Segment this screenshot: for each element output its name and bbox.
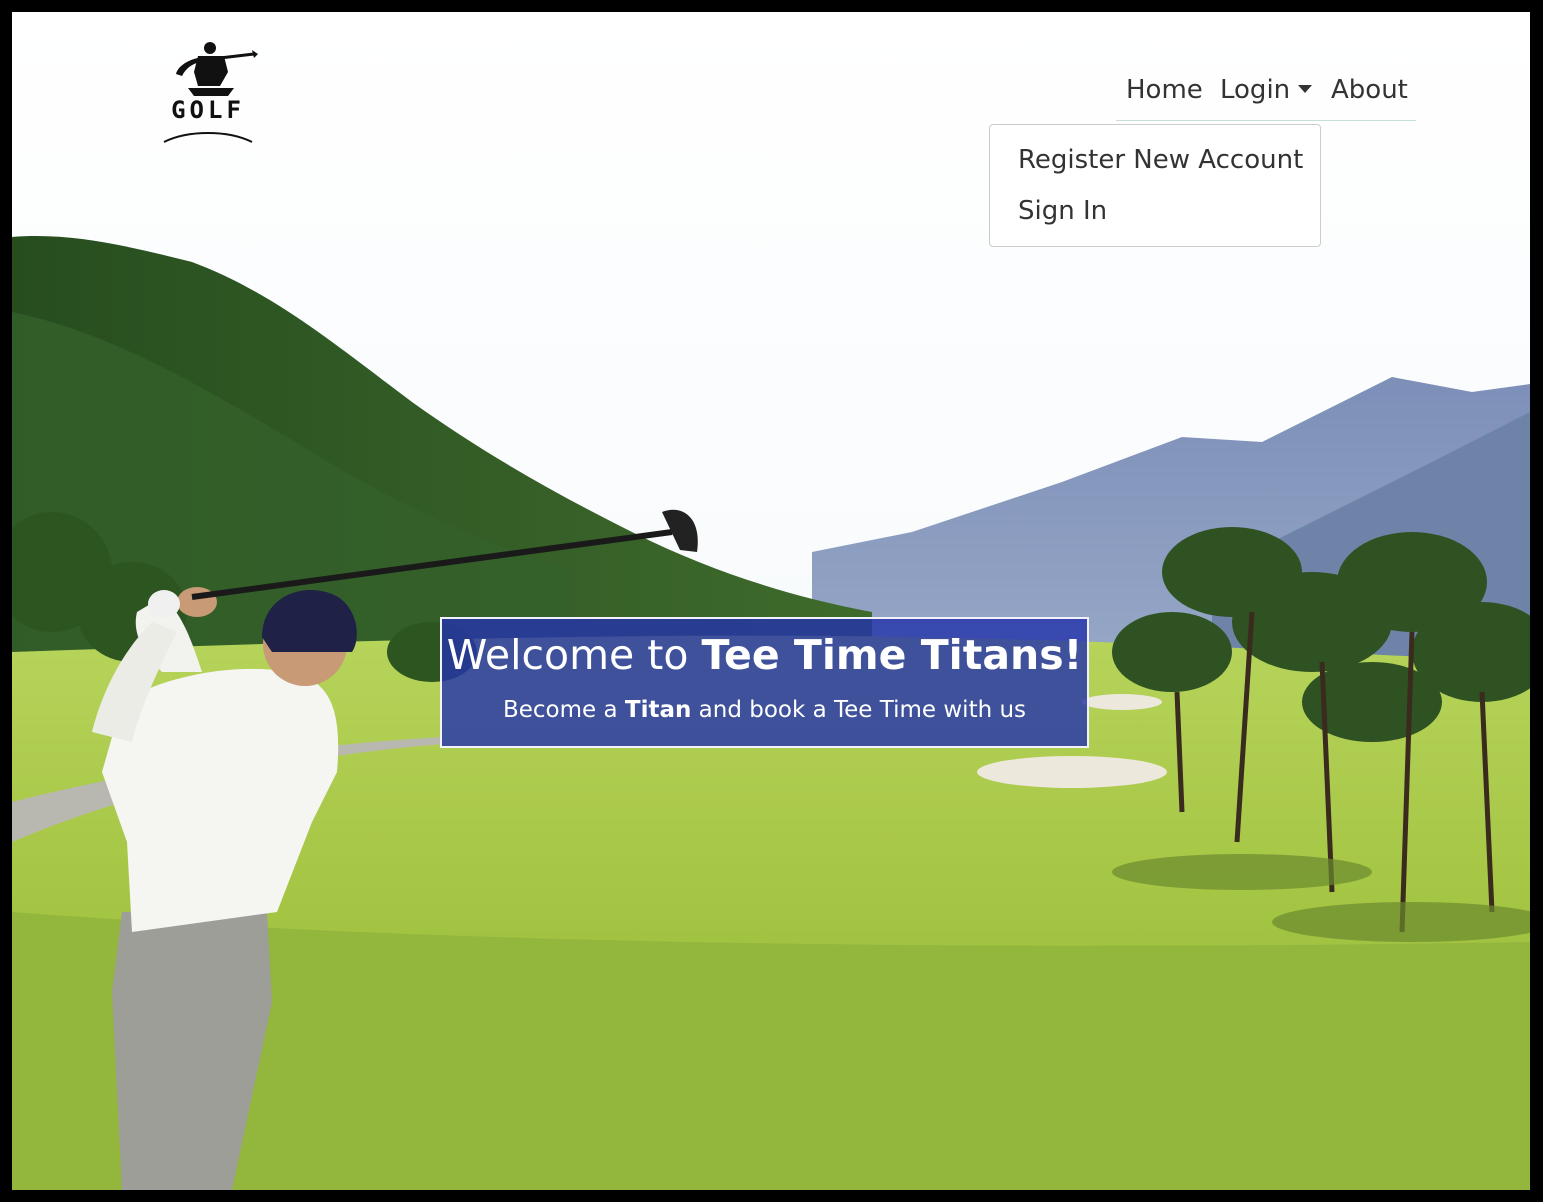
welcome-subtitle-prefix: Become a — [502, 697, 625, 723]
nav-about-link[interactable]: About — [1331, 75, 1408, 105]
nav-home-link[interactable]: Home — [1126, 75, 1203, 105]
main-navbar: Home Login About — [1116, 72, 1416, 121]
welcome-title-brand: Tee Time Titans! — [701, 631, 1083, 679]
logo-underline — [163, 132, 253, 143]
welcome-title-prefix: Welcome to — [446, 631, 702, 679]
welcome-subtitle: Become a Titan and book a Tee Time with … — [442, 697, 1087, 723]
nav-login-label: Login — [1220, 75, 1291, 105]
welcome-title: Welcome to Tee Time Titans! — [442, 631, 1087, 679]
welcome-subtitle-brand: Titan — [624, 697, 692, 723]
sign-in-link[interactable]: Sign In — [1018, 196, 1107, 226]
welcome-subtitle-suffix: and book a Tee Time with us — [691, 697, 1027, 723]
caret-down-icon — [1298, 84, 1313, 93]
register-new-account-link[interactable]: Register New Account — [1018, 145, 1303, 175]
golfer-silhouette-icon — [176, 42, 258, 96]
nav-login-dropdown-toggle[interactable]: Login — [1220, 75, 1313, 105]
welcome-banner: Welcome to Tee Time Titans! Become a Tit… — [440, 617, 1089, 748]
logo-text: GOLF — [171, 96, 245, 124]
login-dropdown-menu: Register New Account Sign In — [989, 124, 1321, 247]
page: GOLF Home Login About Register New Accou… — [12, 12, 1530, 1190]
site-logo[interactable]: GOLF — [158, 38, 258, 144]
